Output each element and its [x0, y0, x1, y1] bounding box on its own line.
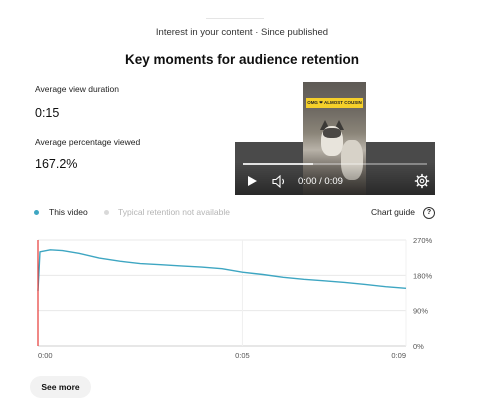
y-tick-label: 0%: [413, 342, 424, 351]
x-tick-label: 0:09: [391, 351, 406, 360]
y-tick-label: 180%: [413, 271, 433, 280]
x-tick-label: 0:00: [38, 351, 53, 360]
retention-chart[interactable]: 270% 180% 90% 0% 0:00 0:05 0:09: [0, 0, 484, 414]
series-line-this-video: [37, 249, 407, 292]
y-tick-label: 270%: [413, 236, 433, 245]
y-tick-label: 90%: [413, 307, 428, 316]
see-more-button[interactable]: See more: [30, 376, 91, 398]
x-tick-label: 0:05: [235, 351, 250, 360]
